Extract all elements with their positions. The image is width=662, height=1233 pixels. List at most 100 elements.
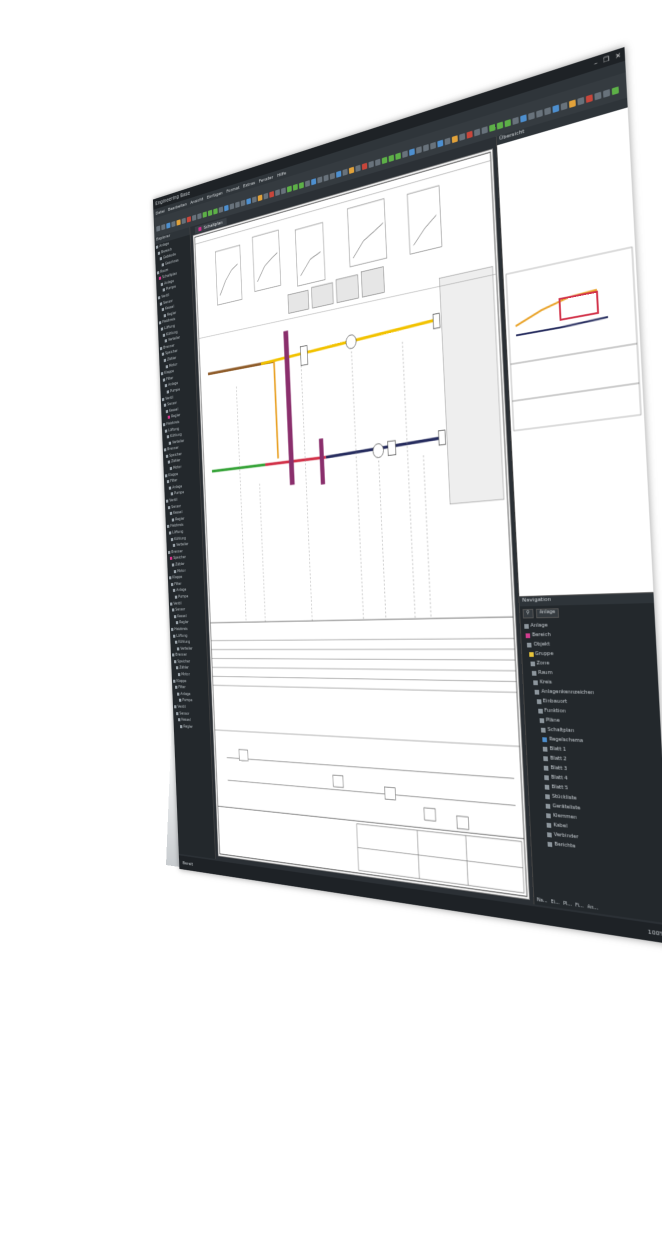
toolbar-button[interactable] xyxy=(229,202,235,210)
toolbar-button[interactable] xyxy=(528,111,535,120)
toolbar-button[interactable] xyxy=(466,130,473,139)
node-icon xyxy=(543,746,548,752)
toolbar-button[interactable] xyxy=(298,181,304,189)
toolbar-button[interactable] xyxy=(275,188,280,196)
toolbar-button[interactable] xyxy=(395,152,401,160)
toolbar-button[interactable] xyxy=(317,175,323,184)
explorer-tree-label: Filter xyxy=(174,581,182,587)
toolbar-button[interactable] xyxy=(504,118,511,127)
toolbar-button[interactable] xyxy=(224,204,229,212)
toolbar-button[interactable] xyxy=(355,164,361,172)
explorer-tree-label: Sensor xyxy=(175,607,186,613)
toolbar-button[interactable] xyxy=(594,91,602,100)
toolbar-button[interactable] xyxy=(560,101,568,111)
toolbar-button[interactable] xyxy=(323,173,329,182)
toolbar-button[interactable] xyxy=(304,179,310,187)
close-button[interactable]: ✕ xyxy=(615,51,621,61)
toolbar-button[interactable] xyxy=(252,195,257,203)
toolbar-button[interactable] xyxy=(437,139,444,148)
toolbar-button[interactable] xyxy=(257,194,263,201)
toolbar-button[interactable] xyxy=(481,125,488,134)
toolbar-button[interactable] xyxy=(423,143,429,152)
toolbar-button[interactable] xyxy=(348,166,355,174)
toolbar-button[interactable] xyxy=(207,209,213,216)
tree-node-icon xyxy=(167,460,171,465)
toolbar-button[interactable] xyxy=(336,170,342,178)
schematic-sheet[interactable] xyxy=(192,148,530,901)
tree-node-icon xyxy=(174,640,178,644)
toolbar-button[interactable] xyxy=(602,88,611,98)
toolbar-button[interactable] xyxy=(585,93,593,103)
navigation-tree-item[interactable]: Objekt xyxy=(521,639,656,649)
toolbar-button[interactable] xyxy=(544,106,551,115)
explorer-tree-label: Kessel xyxy=(173,510,183,516)
toolbar-button[interactable] xyxy=(402,149,408,158)
toolbar-button[interactable] xyxy=(536,108,543,118)
toolbar-button[interactable] xyxy=(512,116,519,125)
stage: Engineering Base – ❐ ✕ Datei Bearbeiten … xyxy=(0,0,662,1233)
toolbar-button[interactable] xyxy=(577,96,585,106)
tree-node-icon xyxy=(172,653,175,657)
toolbar-button[interactable] xyxy=(269,190,275,198)
toolbar-button[interactable] xyxy=(388,154,395,162)
toolbar-button[interactable] xyxy=(568,98,576,108)
toolbar-button[interactable] xyxy=(311,177,317,185)
toolbar-button[interactable] xyxy=(451,134,458,143)
toolbar-button[interactable] xyxy=(474,127,481,137)
toolbar-button[interactable] xyxy=(263,192,269,200)
toolbar-button[interactable] xyxy=(191,214,197,221)
toolbar-button[interactable] xyxy=(218,206,224,213)
toolbar-button[interactable] xyxy=(552,104,560,113)
navigation-tab[interactable]: Ei... xyxy=(551,899,560,906)
tree-node-icon xyxy=(164,473,168,478)
toolbar-button[interactable] xyxy=(286,185,292,193)
node-icon xyxy=(546,812,552,818)
toolbar-button[interactable] xyxy=(197,212,202,220)
explorer-tree-item[interactable]: Regler xyxy=(174,723,210,731)
navigation-tab[interactable]: Pl... xyxy=(563,901,572,908)
toolbar-button[interactable] xyxy=(240,199,246,207)
navigation-tree: Anlage Bereich Objekt Gruppe Zone Raum Kreis An… xyxy=(521,619,662,862)
toolbar-button[interactable] xyxy=(292,183,298,191)
tree-node-icon xyxy=(160,327,164,331)
toolbar-button[interactable] xyxy=(361,162,368,170)
toolbar-button[interactable] xyxy=(496,121,504,130)
toolbar-button[interactable] xyxy=(246,197,251,205)
tree-node-icon xyxy=(157,251,161,255)
toolbar-button[interactable] xyxy=(489,123,496,132)
toolbar-button[interactable] xyxy=(459,132,466,141)
toolbar-button[interactable] xyxy=(181,217,186,224)
toolbar-button[interactable] xyxy=(342,168,348,176)
toolbar-button[interactable] xyxy=(611,85,619,95)
toolbar-button[interactable] xyxy=(176,218,181,226)
toolbar-button[interactable] xyxy=(161,223,166,230)
toolbar-button[interactable] xyxy=(409,147,415,156)
toolbar-button[interactable] xyxy=(416,145,422,154)
toolbar-button[interactable] xyxy=(280,186,286,194)
toolbar-button[interactable] xyxy=(430,141,437,150)
navigation-tab[interactable]: Na... xyxy=(537,897,548,904)
toolbar-button[interactable] xyxy=(202,210,207,218)
overview-thumbnail[interactable] xyxy=(504,245,650,550)
navigation-tree-item[interactable]: Gruppe xyxy=(522,649,657,659)
toolbar-button[interactable] xyxy=(166,222,171,229)
toolbar-button[interactable] xyxy=(235,200,240,208)
tree-node-icon xyxy=(175,666,179,670)
toolbar-button[interactable] xyxy=(329,172,335,180)
toolbar-button[interactable] xyxy=(156,225,161,232)
toolbar-button[interactable] xyxy=(520,113,527,123)
navigation-tab[interactable]: Fi... xyxy=(575,903,583,910)
toolbar-button[interactable] xyxy=(186,215,192,223)
minimize-button[interactable]: – xyxy=(594,59,598,68)
toolbar-button[interactable] xyxy=(213,207,218,215)
toolbar-button[interactable] xyxy=(368,160,374,168)
navigation-tab[interactable]: An... xyxy=(587,904,598,911)
filter-dropdown[interactable]: Anlage xyxy=(535,608,559,619)
toolbar-button[interactable] xyxy=(375,158,381,166)
filter-icon[interactable]: ⚲ xyxy=(522,608,534,619)
toolbar-button[interactable] xyxy=(381,156,388,164)
toolbar-button[interactable] xyxy=(444,137,451,145)
toolbar-button[interactable] xyxy=(171,220,176,227)
maximize-button[interactable]: ❐ xyxy=(603,55,609,65)
navigation-tree-label: Geräteliste xyxy=(552,803,581,812)
